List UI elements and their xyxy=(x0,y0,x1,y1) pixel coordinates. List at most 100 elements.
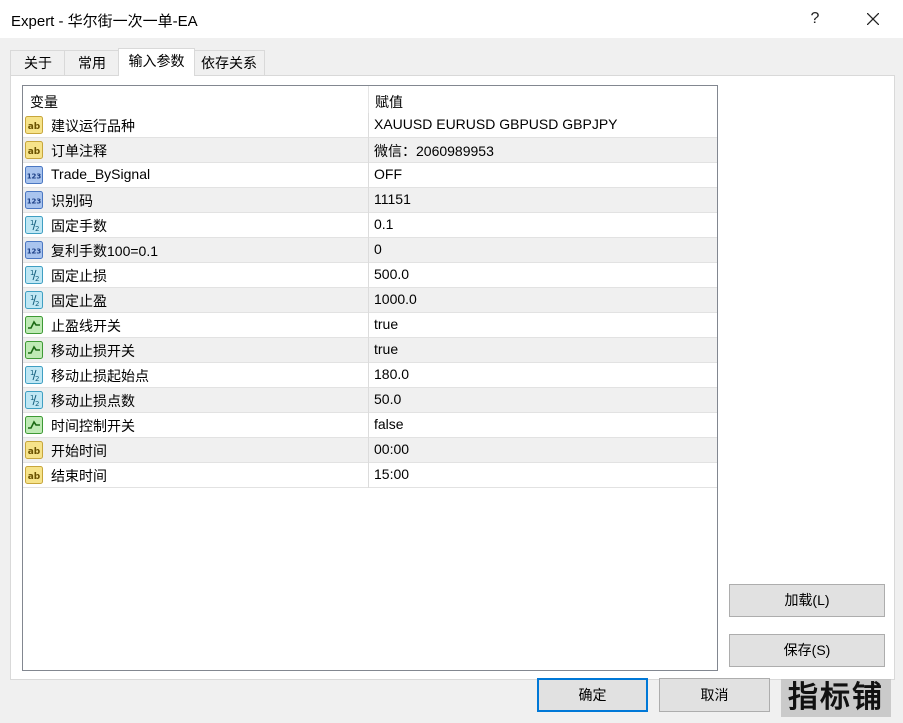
integer-icon: 123 xyxy=(25,241,43,259)
cell-divider xyxy=(368,413,369,438)
table-row[interactable]: ab 结束时间 15:00 xyxy=(23,463,717,488)
parameter-name: 移动止损开关 xyxy=(51,343,135,359)
svg-text:2: 2 xyxy=(35,300,39,308)
svg-text:2: 2 xyxy=(35,275,39,283)
parameter-name: 固定止损 xyxy=(51,268,107,284)
parameter-value[interactable]: 11151 xyxy=(374,191,411,207)
svg-text:2: 2 xyxy=(35,400,39,408)
table-row[interactable]: ab 建议运行品种 XAUUSD EURUSD GBPUSD GBPJPY xyxy=(23,113,717,138)
parameter-value[interactable]: 500.0 xyxy=(374,266,409,282)
title-bar: Expert - 华尔街一次一单-EA ? xyxy=(0,0,903,38)
svg-text:2: 2 xyxy=(35,375,39,383)
parameter-name: 移动止损点数 xyxy=(51,393,135,409)
cell-divider xyxy=(368,113,369,138)
table-row[interactable]: 止盈线开关 true xyxy=(23,313,717,338)
svg-text:ab: ab xyxy=(28,472,41,482)
tab-inputs[interactable]: 输入参数 xyxy=(118,48,195,76)
table-row[interactable]: 1 2 移动止损起始点 180.0 xyxy=(23,363,717,388)
table-row[interactable]: 1 2 固定手数 0.1 xyxy=(23,213,717,238)
watermark-logo: 指标铺 xyxy=(781,679,891,717)
parameter-name: 开始时间 xyxy=(51,443,107,459)
parameter-value[interactable]: 50.0 xyxy=(374,391,401,407)
ok-button-label: 确定 xyxy=(578,687,607,703)
table-row[interactable]: 123 复利手数100=0.1 0 xyxy=(23,238,717,263)
parameter-value[interactable]: 180.0 xyxy=(374,366,409,382)
table-row[interactable]: 123 Trade_BySignal OFF xyxy=(23,163,717,188)
parameter-name: 止盈线开关 xyxy=(51,318,121,334)
help-button[interactable]: ? xyxy=(792,2,838,36)
column-header-value[interactable]: 赋值 xyxy=(375,92,403,112)
ok-button[interactable]: 确定 xyxy=(537,678,648,712)
parameter-value[interactable]: 15:00 xyxy=(374,466,409,482)
parameters-grid[interactable]: 变量 赋值 ab 建议运行品种 XAUUSD EURUSD GBPUSD GBPJP… xyxy=(22,85,718,671)
parameter-value[interactable]: 微信：2060989953 xyxy=(374,141,494,161)
tab-about[interactable]: 关于 xyxy=(10,50,66,75)
svg-text:ab: ab xyxy=(28,147,41,157)
parameter-name: 移动止损起始点 xyxy=(51,368,149,384)
parameter-value[interactable]: false xyxy=(374,416,404,432)
column-header-variable[interactable]: 变量 xyxy=(30,92,58,112)
parameter-name: 固定止盈 xyxy=(51,293,107,309)
string-icon: ab xyxy=(25,466,43,484)
parameter-value[interactable]: 0.1 xyxy=(374,216,393,232)
double-icon: 12 xyxy=(25,266,43,284)
table-row[interactable]: 1 2 固定止盈 1000.0 xyxy=(23,288,717,313)
parameter-value[interactable]: 00:00 xyxy=(374,441,409,457)
table-row[interactable]: ab 订单注释 微信：2060989953 xyxy=(23,138,717,163)
parameter-name: 订单注释 xyxy=(51,143,107,159)
table-row[interactable]: 1 2 移动止损点数 50.0 xyxy=(23,388,717,413)
table-row[interactable]: 1 2 固定止损 500.0 xyxy=(23,263,717,288)
double-icon: 12 xyxy=(25,366,43,384)
table-row[interactable]: 123 识别码 11151 xyxy=(23,188,717,213)
bool-icon xyxy=(25,416,43,434)
cell-divider xyxy=(368,338,369,363)
load-button[interactable]: 加载(L) xyxy=(729,584,885,617)
cell-divider xyxy=(368,463,369,488)
svg-text:2: 2 xyxy=(35,225,39,233)
parameter-name: 固定手数 xyxy=(51,218,107,234)
bool-icon xyxy=(25,316,43,334)
cancel-button[interactable]: 取消 xyxy=(659,678,770,712)
cell-divider xyxy=(368,388,369,413)
parameter-value[interactable]: 0 xyxy=(374,241,382,257)
parameter-value[interactable]: true xyxy=(374,341,398,357)
table-row[interactable]: ab 开始时间 00:00 xyxy=(23,438,717,463)
table-row[interactable]: 时间控制开关 false xyxy=(23,413,717,438)
grid-header: 变量 赋值 xyxy=(23,86,717,113)
string-icon: ab xyxy=(25,141,43,159)
string-icon: ab xyxy=(25,441,43,459)
parameter-name: 复利手数100=0.1 xyxy=(51,243,158,259)
svg-text:123: 123 xyxy=(27,198,42,206)
tab-dependencies[interactable]: 依存关系 xyxy=(193,50,265,75)
cell-divider xyxy=(368,438,369,463)
cell-divider xyxy=(368,263,369,288)
close-button[interactable] xyxy=(850,2,896,36)
cell-divider xyxy=(368,313,369,338)
cell-divider xyxy=(368,213,369,238)
svg-text:ab: ab xyxy=(28,447,41,457)
cell-divider xyxy=(368,188,369,213)
column-divider[interactable] xyxy=(368,86,369,113)
load-button-label: 加载(L) xyxy=(784,592,830,608)
parameter-name: 建议运行品种 xyxy=(51,118,135,134)
parameter-name: 识别码 xyxy=(51,193,93,209)
integer-icon: 123 xyxy=(25,191,43,209)
cell-divider xyxy=(368,138,369,163)
save-button[interactable]: 保存(S) xyxy=(729,634,885,667)
integer-icon: 123 xyxy=(25,166,43,184)
parameter-name: Trade_BySignal xyxy=(51,166,151,182)
window-title: Expert - 华尔街一次一单-EA xyxy=(11,13,198,30)
cell-divider xyxy=(368,288,369,313)
cancel-button-label: 取消 xyxy=(700,687,729,703)
parameter-value[interactable]: true xyxy=(374,316,398,332)
parameter-value[interactable]: XAUUSD EURUSD GBPUSD GBPJPY xyxy=(374,116,618,132)
cell-divider xyxy=(368,163,369,188)
tab-common[interactable]: 常用 xyxy=(64,50,120,75)
svg-text:123: 123 xyxy=(27,173,42,181)
parameter-value[interactable]: OFF xyxy=(374,166,402,182)
parameter-value[interactable]: 1000.0 xyxy=(374,291,417,307)
svg-text:123: 123 xyxy=(27,248,42,256)
table-row[interactable]: 移动止损开关 true xyxy=(23,338,717,363)
parameter-name: 时间控制开关 xyxy=(51,418,135,434)
parameter-name: 结束时间 xyxy=(51,468,107,484)
